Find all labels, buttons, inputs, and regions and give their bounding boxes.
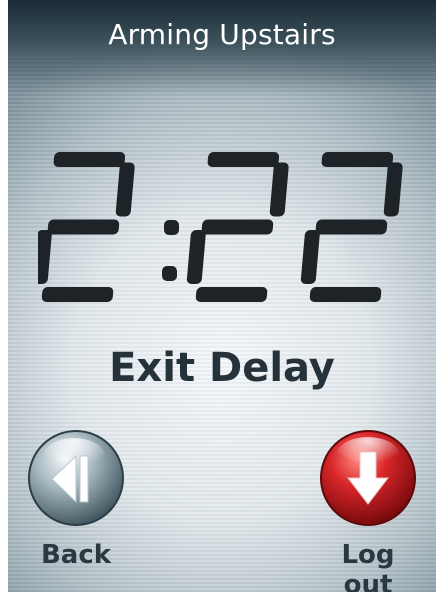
back-arrow-icon <box>28 430 124 526</box>
status-label: Exit Delay <box>109 345 335 391</box>
arming-screen: Arming Upstairs Exit Delay Back Log out <box>8 0 436 592</box>
colon-dot-top <box>164 220 179 235</box>
back-button[interactable]: Back <box>21 428 131 570</box>
logout-button[interactable]: Log out <box>313 428 423 592</box>
timer-digit <box>186 152 289 302</box>
digit-segment-d <box>41 287 114 302</box>
digit-segment-g <box>315 219 388 235</box>
digit-segment-a <box>321 152 394 167</box>
digit-segment-b <box>383 162 403 217</box>
digit-segment-e <box>300 230 320 284</box>
logout-arrow-icon <box>320 430 416 526</box>
timer-digit <box>300 152 403 302</box>
digit-segment-e <box>186 230 206 284</box>
timer-colon <box>162 220 179 281</box>
timer-digit <box>38 152 135 302</box>
screen-title: Arming Upstairs <box>108 18 336 51</box>
digit-segment-d <box>309 287 382 302</box>
digit-segment-g <box>47 219 120 235</box>
colon-dot-bottom <box>162 266 177 281</box>
countdown-timer <box>38 152 403 302</box>
digit-segment-a <box>53 152 126 167</box>
digit-segment-d <box>195 287 268 302</box>
digit-segment-b <box>269 162 289 217</box>
digit-segment-a <box>207 152 280 167</box>
back-label: Back <box>40 540 112 570</box>
digit-segment-g <box>201 219 274 235</box>
logout-label: Log out <box>341 540 395 592</box>
digit-segment-b <box>115 162 135 217</box>
digit-segment-e <box>38 230 52 284</box>
